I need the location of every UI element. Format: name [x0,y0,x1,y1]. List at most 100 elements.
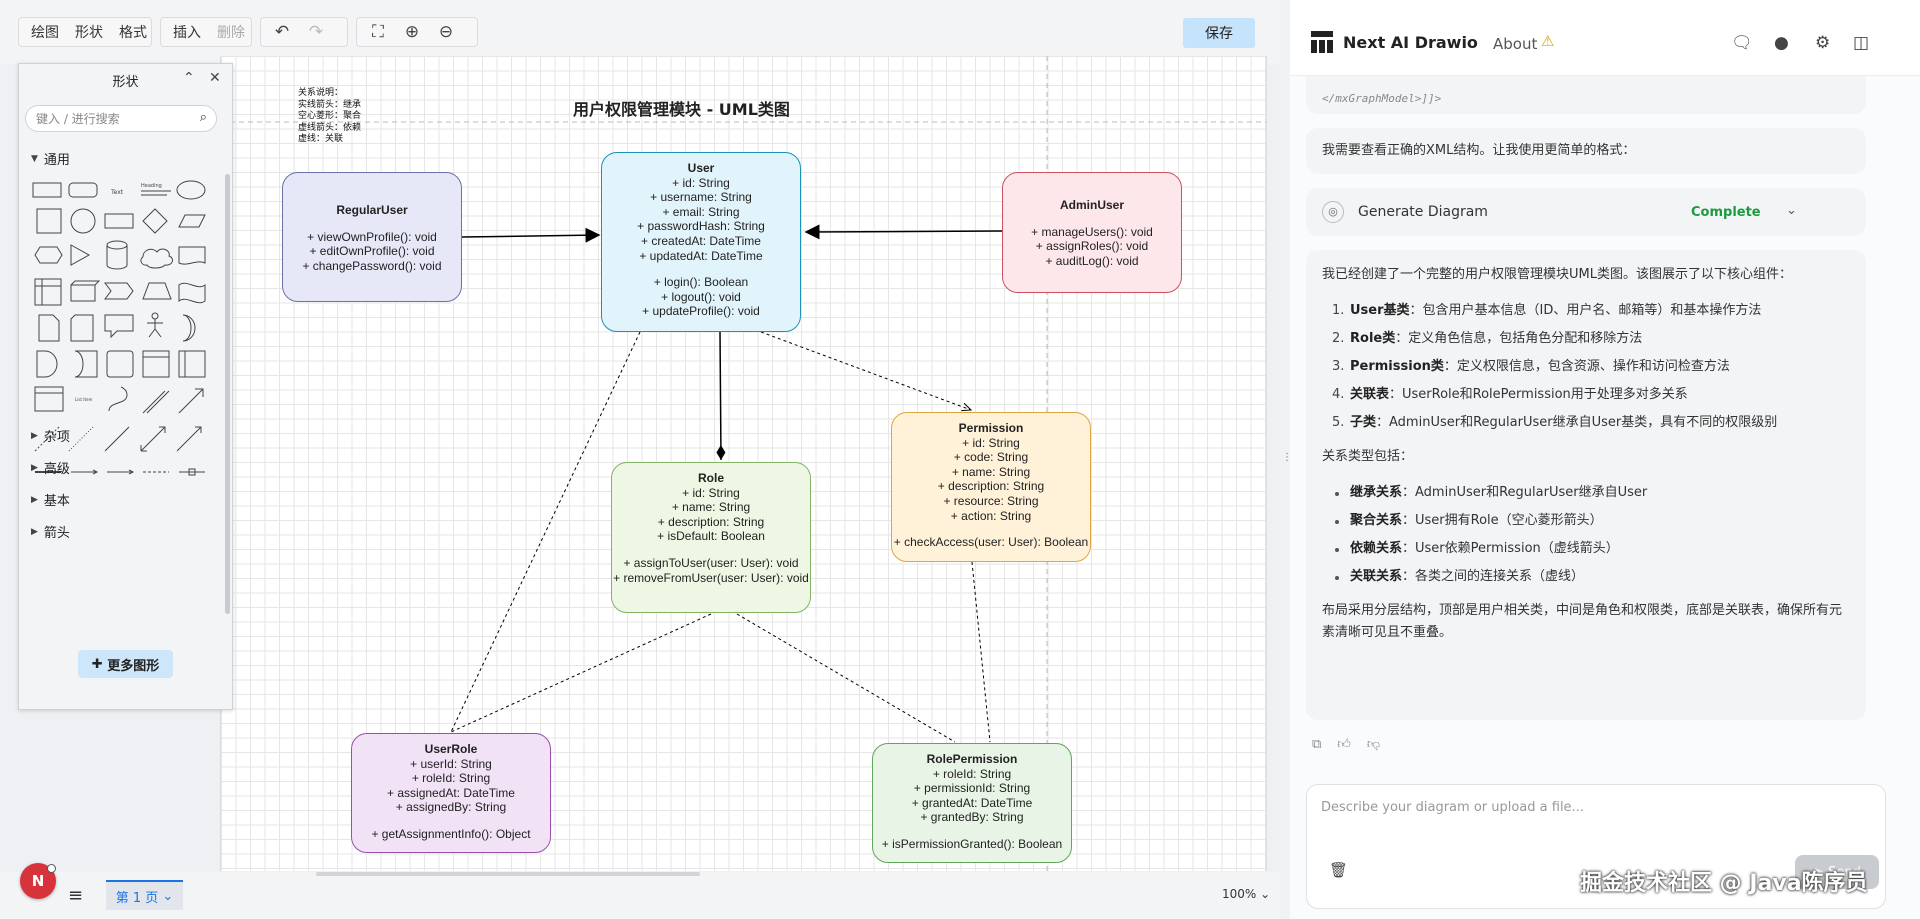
item-text: ：User拥有Role（空心菱形箭头） [1402,513,1603,528]
avatar-status-dot [47,864,56,873]
panel-divider[interactable]: ⋮ [1280,0,1292,919]
shapes-panel: 形状 ⌃ ✕ 键入 / 进行搜索 ⌕ ▼ 通用 Text Heading Lis [18,63,233,710]
horizontal-scrollbar[interactable] [316,872,700,876]
undo-icon[interactable]: ↶ [265,18,299,46]
class-attribute: + description: String [657,514,765,529]
close-icon[interactable]: ✕ [209,70,221,86]
fit-icon[interactable]: ⛶ [361,18,395,46]
legend-line: 实线箭头：继承 [298,99,362,110]
class-method: + logout(): void [661,289,741,304]
relation-item: 关联关系：各类之间的连接关系（虚线） [1322,566,1850,588]
section-general[interactable]: ▼ 通用 [31,149,70,168]
menu-shapes[interactable]: 形状 [67,22,111,42]
feedback-icon[interactable]: 🗨︎ [1731,33,1753,53]
class-attribute: + email: String [662,204,740,219]
shape-search-input[interactable]: 键入 / 进行搜索 ⌕ [25,105,217,132]
class-method: + editOwnProfile(): void [309,244,435,259]
class-attribute: + assignedAt: DateTime [387,785,515,800]
gear-icon[interactable]: ⚙ [1815,33,1830,53]
page-tab[interactable]: 第 1 页 ⌄ [106,880,183,910]
class-attribute: + code: String [953,450,1029,465]
more-shapes-button[interactable]: ✚ 更多图形 [78,650,173,678]
diagram-canvas[interactable]: 关系说明： 实线箭头：继承 空心菱形：聚合 虚线箭头：依赖 虚线：关联 用户权限… [220,56,1267,871]
insert-button[interactable]: 插入 [165,22,209,42]
class-permission[interactable]: Permission + id: String + code: String + na… [891,412,1091,562]
page-tab-label: 第 1 页 [115,890,159,906]
history-group: ↶ ↷ [260,17,348,47]
app-title: Next AI Drawio [1343,33,1478,52]
shapes-scrollbar[interactable] [225,174,230,614]
class-role-permission[interactable]: RolePermission + roleId: String + permissi… [872,743,1072,863]
assistant-message: 我已经创建了一个完整的用户权限管理模块UML类图。该图展示了以下核心组件： 1.… [1306,250,1866,720]
class-attribute: + id: String [962,435,1020,450]
class-attribute: + permissionId: String [913,781,1031,796]
class-method: + getAssignmentInfo(): Object [371,826,531,841]
tool-call-card[interactable]: ◎ Generate Diagram Complete ⌄ [1306,188,1866,236]
menu-format[interactable]: 格式 [111,22,155,42]
warning-icon[interactable]: ⚠ [1541,32,1554,50]
search-icon[interactable]: ⌕ [200,110,207,125]
section-basic[interactable]: ▶ 基本 [31,490,70,509]
class-method: + checkAccess(user: User): Boolean [893,535,1089,550]
github-icon[interactable]: ● [1774,33,1789,53]
class-user-role[interactable]: UserRole + userId: String + roleId: String… [351,733,551,853]
class-attribute: + username: String [650,190,752,205]
class-attribute: + resource: String [943,493,1039,508]
chevron-down-icon: ▼ [31,153,38,164]
message-actions: ⧉ 👍︎ 👎︎ [1312,737,1380,752]
diagram-title[interactable]: 用户权限管理模块 - UML类图 [573,96,790,120]
assistant-message: 我需要查看正确的XML结构。让我使用更简单的格式： [1306,128,1866,174]
class-regular-user[interactable]: RegularUser + viewOwnProfile(): void + edi… [282,172,462,302]
zoom-level[interactable]: 100% ⌄ [1222,887,1270,901]
delete-button[interactable]: 删除 [209,22,253,42]
class-attribute: + userId: String [410,756,492,771]
thumbs-up-icon[interactable]: 👍︎ [1337,737,1351,752]
zoom-out-icon[interactable]: ⊖ [429,18,463,46]
menu-draw[interactable]: 绘图 [23,22,67,42]
item-text: ：各类之间的连接关系（虚线） [1402,569,1585,584]
chevron-right-icon: ▶ [31,494,38,505]
panel-toggle-icon[interactable]: ◫ [1853,33,1869,53]
copy-icon[interactable]: ⧉ [1312,737,1321,752]
class-attribute: + id: String [682,485,740,500]
section-misc[interactable]: ▶ 杂项 [31,426,70,445]
section-arrows[interactable]: ▶ 箭头 [31,522,70,541]
item-text: ：AdminUser和RegularUser继承自User基类，具有不同的权限级… [1376,415,1778,430]
app-window: 绘图 形状 格式 插入 删除 ↶ ↷ ⛶ ⊕ ⊖ 保存 关系说明： 实线箭头：继… [0,0,1920,919]
component-item: 2. Role类：定义角色信息，包括角色分配和移除方法 [1322,328,1850,350]
section-advanced[interactable]: ▶ 高级 [31,458,70,477]
chat-header: Next AI Drawio About ⚠ 🗨︎ ● ⚙ ◫ [1290,0,1920,76]
pages-menu-icon[interactable]: ≡ [68,885,83,906]
about-link[interactable]: About [1493,35,1537,53]
class-method: + assignToUser(user: User): void [623,555,799,570]
save-button[interactable]: 保存 [1183,18,1255,48]
class-method: + login(): Boolean [653,275,749,290]
class-attribute: + description: String [937,479,1045,494]
message-summary: 布局采用分层结构，顶部是用户相关类，中间是角色和权限类，底部是关联表，确保所有元… [1322,603,1843,640]
class-name: Permission [958,421,1024,435]
zoom-in-icon[interactable]: ⊕ [395,18,429,46]
relation-item: 聚合关系：User拥有Role（空心菱形箭头） [1322,510,1850,532]
redo-icon[interactable]: ↷ [299,18,333,46]
section-label: 箭头 [43,526,70,541]
class-name: RolePermission [926,752,1018,766]
item-number: 5. [1332,415,1345,430]
class-role[interactable]: Role + id: String + name: String + descript… [611,462,811,613]
collapse-icon[interactable]: ⌃ [183,70,195,86]
class-admin-user[interactable]: AdminUser + manageUsers(): void + assignRo… [1002,172,1182,293]
shape-grid[interactable]: Text Heading List Item [31,175,211,495]
class-name: AdminUser [1059,198,1124,212]
class-method: + auditLog(): void [1045,253,1139,268]
component-item: 3. Permission类：定义权限信息，包含资源、操作和访问检查方法 [1322,356,1850,378]
item-title: 关联表 [1350,387,1390,402]
class-user[interactable]: User + id: String + username: String + emai… [601,152,801,332]
class-attribute: + isDefault: Boolean [657,529,765,544]
trash-icon[interactable]: 🗑︎ [1329,861,1348,879]
chevron-down-icon[interactable]: ⌄ [1786,200,1797,222]
input-placeholder: Describe your diagram or upload a file..… [1321,800,1584,815]
thumbs-down-icon[interactable]: 👎︎ [1367,737,1380,752]
svg-text:Heading: Heading [141,183,162,189]
item-title: 依赖关系 [1350,541,1403,556]
class-attribute: + roleId: String [932,766,1012,781]
section-label: 基本 [43,494,70,509]
